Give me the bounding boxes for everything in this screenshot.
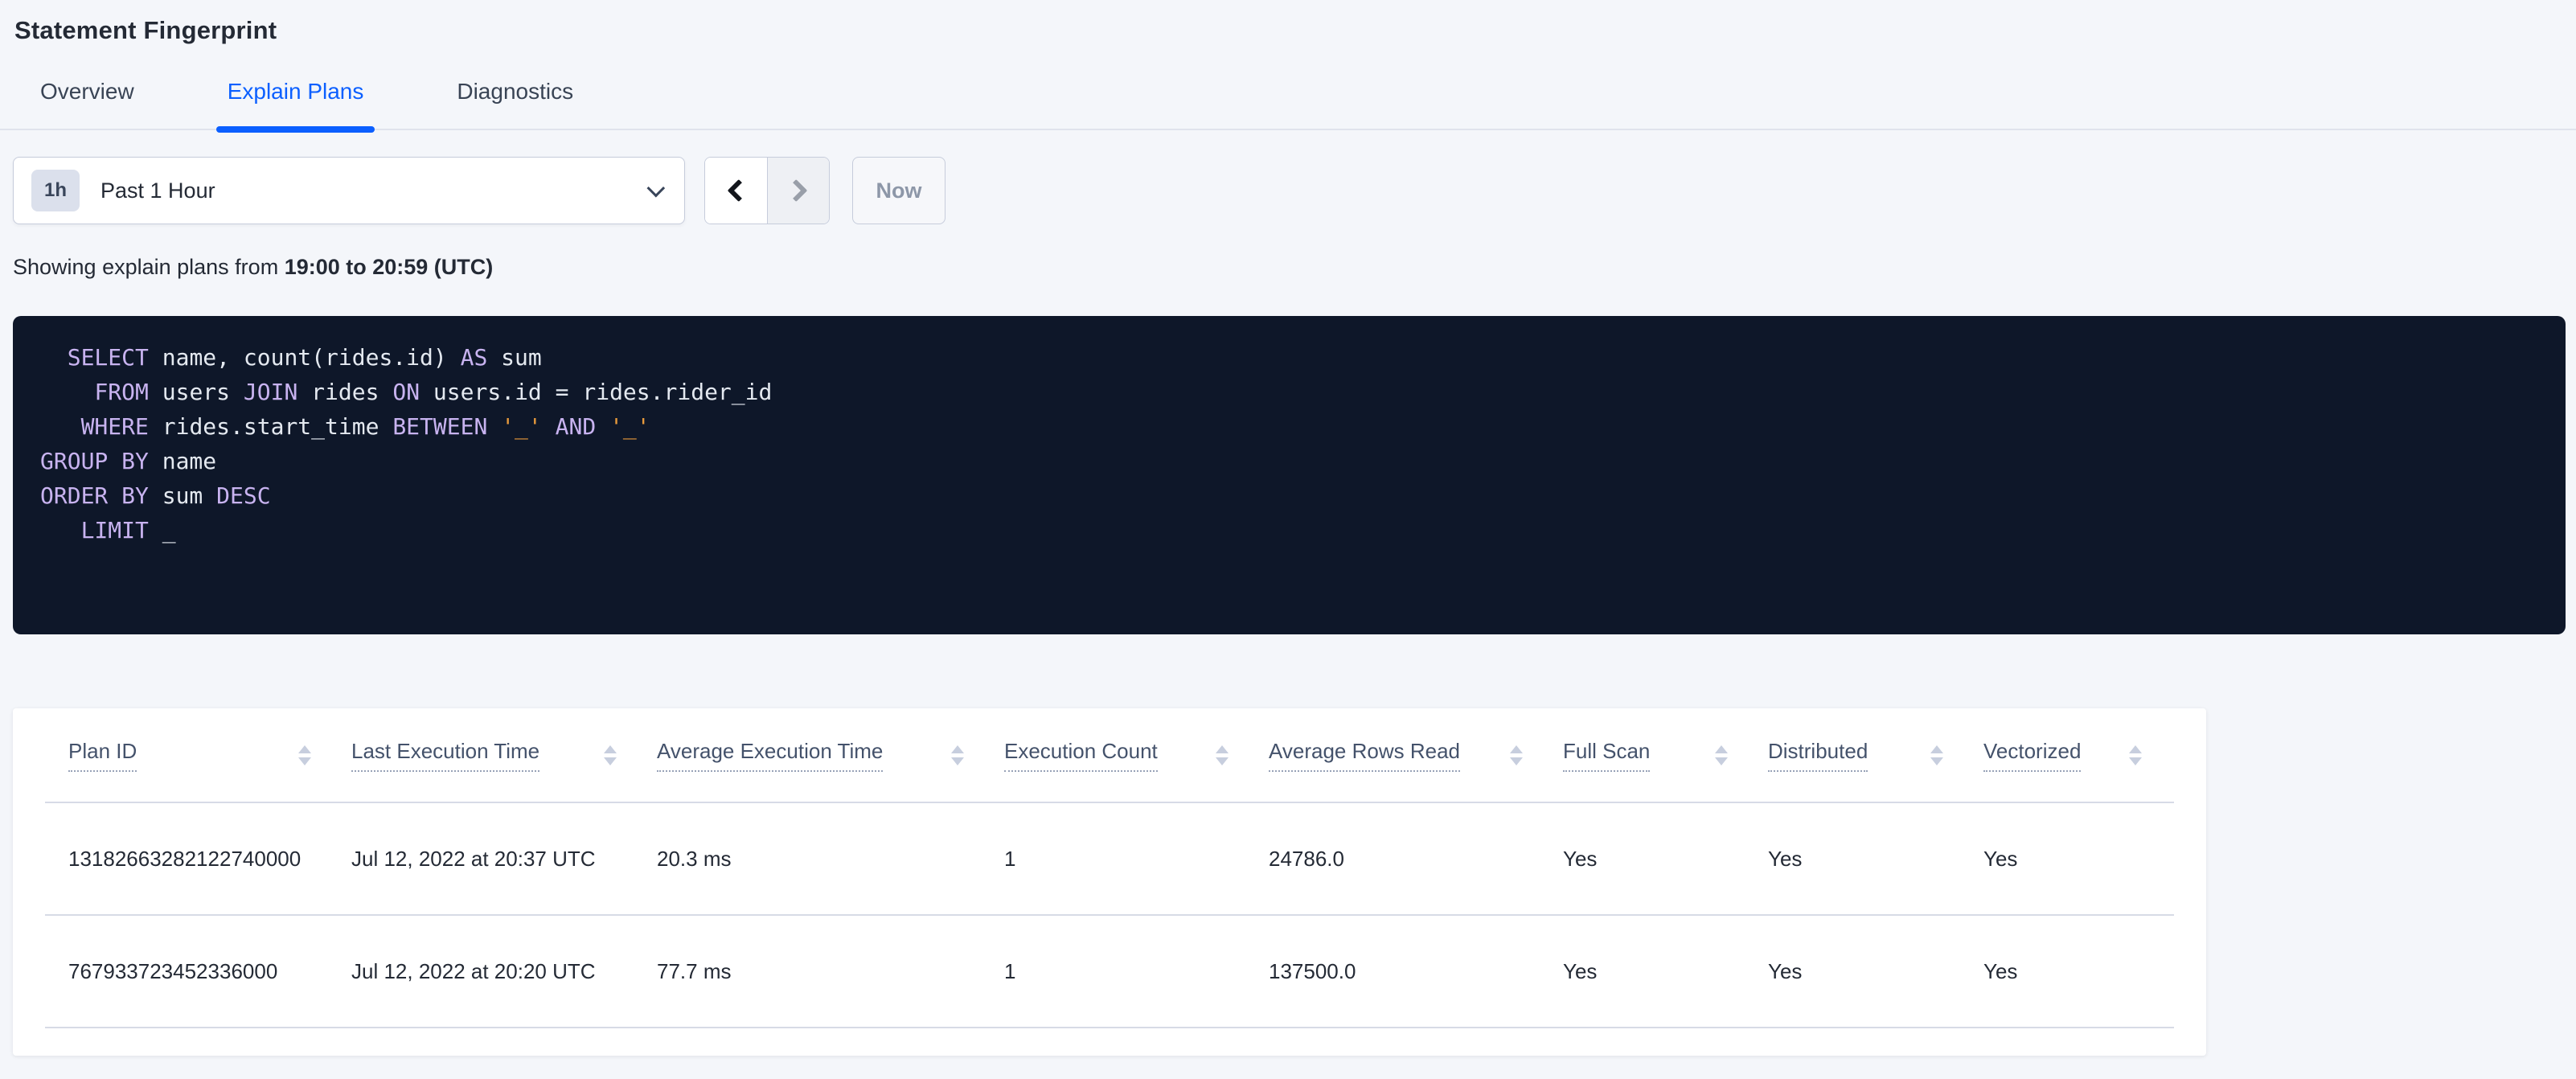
cell-average-execution-time: 77.7 ms [657,958,732,983]
column-header-execution-count[interactable]: Execution Count [1004,739,1269,772]
cell-execution-count: 1 [1004,846,1016,871]
tab-label: Explain Plans [227,79,364,104]
time-next-button[interactable] [767,158,829,224]
timeframe-note-range: 19:00 to 20:59 (UTC) [284,255,494,279]
cell-last-execution-time: Jul 12, 2022 at 20:37 UTC [351,846,596,871]
column-header-average-rows-read[interactable]: Average Rows Read [1269,739,1563,772]
sort-icon [298,745,311,765]
column-header-vectorized[interactable]: Vectorized [1983,739,2182,772]
sort-icon [951,745,964,765]
sql-statement-box: SELECT name, count(rides.id) AS sum FROM… [13,316,2566,634]
sort-icon [2129,745,2142,765]
time-range-badge: 1h [31,170,80,211]
cell-average-rows-read: 137500.0 [1269,958,1356,983]
cell-vectorized: Yes [1983,958,2018,983]
cell-average-rows-read: 24786.0 [1269,846,1344,871]
cell-distributed: Yes [1768,958,1803,983]
chevron-right-icon [785,178,808,203]
row-divider [45,1027,2174,1028]
cell-average-execution-time: 20.3 ms [657,846,732,871]
time-range-label: Past 1 Hour [100,178,215,203]
sort-icon [1930,745,1943,765]
cell-full-scan: Yes [1563,846,1598,871]
sort-icon [1216,745,1229,765]
cell-execution-count: 1 [1004,958,1016,983]
tab-label: Diagnostics [457,79,574,104]
tab-overview[interactable]: Overview [32,79,142,129]
table-header-row: Plan ID Last Execution Time Average Exec… [13,708,2206,802]
timeframe-note: Showing explain plans from 19:00 to 20:5… [13,255,2576,280]
time-range-select[interactable]: 1h Past 1 Hour [13,157,685,224]
column-header-full-scan[interactable]: Full Scan [1563,739,1768,772]
sort-icon [1510,745,1523,765]
table-row[interactable]: 13182663282122740000 Jul 12, 2022 at 20:… [13,803,2206,914]
page-title: Statement Fingerprint [14,16,277,44]
column-header-last-execution-time[interactable]: Last Execution Time [351,739,657,772]
sort-icon [1715,745,1728,765]
column-header-distributed[interactable]: Distributed [1768,739,1983,772]
cell-last-execution-time: Jul 12, 2022 at 20:20 UTC [351,958,596,983]
tab-explain-plans[interactable]: Explain Plans [215,79,375,133]
explain-plans-table: Plan ID Last Execution Time Average Exec… [13,708,2206,1056]
tab-label: Overview [40,79,134,104]
statement-fingerprint-page: Statement Fingerprint Overview Explain P… [0,0,2576,1079]
chevron-left-icon [727,178,750,203]
cell-plan-id: 13182663282122740000 [68,846,301,871]
column-header-plan-id[interactable]: Plan ID [68,739,351,772]
time-prev-button[interactable] [705,158,767,224]
cell-distributed: Yes [1768,846,1803,871]
time-pager [704,157,830,224]
cell-full-scan: Yes [1563,958,1598,983]
cell-plan-id: 767933723452336000 [68,958,278,983]
now-button[interactable]: Now [852,157,945,224]
sql-statement: SELECT name, count(rides.id) AS sum FROM… [40,344,773,544]
cell-vectorized: Yes [1983,846,2018,871]
tab-bar: Overview Explain Plans Diagnostics [0,79,2576,133]
column-header-average-execution-time[interactable]: Average Execution Time [657,739,1004,772]
time-toolbar: 1h Past 1 Hour Now [13,157,2576,224]
sort-icon [604,745,617,765]
tab-diagnostics[interactable]: Diagnostics [449,79,581,129]
timeframe-note-text: Showing explain plans from [13,255,285,279]
table-row[interactable]: 767933723452336000 Jul 12, 2022 at 20:20… [13,916,2206,1027]
chevron-down-icon [646,178,666,198]
